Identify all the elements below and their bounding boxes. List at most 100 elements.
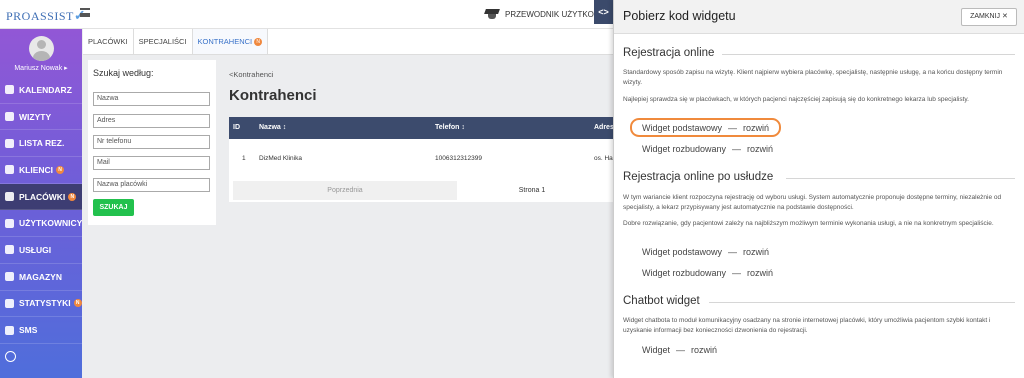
divider	[722, 54, 1015, 55]
previous-page-button[interactable]: Poprzednia	[233, 181, 457, 200]
search-button[interactable]: SZUKAJ	[93, 199, 134, 216]
column-header-id[interactable]: ID	[233, 117, 240, 139]
tab-bar: PLACÓWKI SPECJALIŚCI KONTRAHENCI N	[83, 29, 613, 55]
panel-title: Pobierz kod widgetu	[623, 9, 736, 23]
list-icon	[5, 138, 14, 148]
tab-label: SPECJALIŚCI	[138, 37, 187, 46]
panel-header: Pobierz kod widgetu ZAMKNIJ ✕	[614, 0, 1024, 34]
close-button[interactable]: ZAMKNIJ ✕	[961, 8, 1017, 26]
hamburger-menu-icon[interactable]	[80, 8, 90, 17]
page-indicator: Strona 1	[518, 187, 546, 194]
sidebar-item-lista-rez[interactable]: LISTA REZ.	[0, 130, 82, 158]
dash: —	[732, 268, 742, 278]
sidebar-item-label: KALENDARZ	[19, 84, 72, 95]
sidebar-item-label: STATYSTYKI	[19, 298, 71, 309]
sidebar-item-label: WIZYTY	[19, 111, 52, 122]
sidebar-item-label: UŻYTKOWNICY	[19, 218, 83, 229]
expand-label: rozwiń	[747, 144, 774, 154]
panel-toggle-button[interactable]: <>	[594, 0, 613, 24]
column-header-phone[interactable]: Telefon ↕	[435, 117, 465, 139]
new-badge: N	[73, 299, 82, 308]
code-icon: <>	[598, 7, 609, 17]
sidebar-item-label: KLIENCI	[19, 164, 53, 175]
sidebar-item-magazyn[interactable]: MAGAZYN	[0, 264, 82, 291]
user-name[interactable]: Mariusz Nowak ▸	[0, 64, 82, 72]
section-description: Najlepiej sprawdza się w placówkach, w k…	[623, 96, 969, 103]
avatar[interactable]	[29, 36, 54, 61]
clients-icon	[5, 165, 14, 175]
chatbot-widget-expand-link[interactable]: Widget — rozwiń	[642, 345, 717, 355]
tab-kontrahenci[interactable]: KONTRAHENCI N	[192, 29, 269, 54]
tab-placowki[interactable]: PLACÓWKI	[83, 29, 134, 54]
phone-field[interactable]: Nr telefonu	[93, 135, 210, 149]
sidebar-nav: KALENDARZ WIZYTY LISTA REZ. KLIENCI N PLA…	[0, 77, 82, 370]
section-description: Dobre rozwiązanie, gdy pacjentowi zależy…	[623, 220, 994, 227]
tab-label: KONTRAHENCI	[197, 37, 253, 46]
pagination: Poprzednia Strona 1	[229, 179, 613, 202]
dash: —	[732, 144, 742, 154]
widget-name: Widget	[642, 345, 671, 355]
cell-phone: 1006312312399	[435, 155, 482, 162]
section-description: Widget chatbota to moduł komunikacyjny o…	[623, 317, 991, 334]
sidebar-item-label: USŁUGI	[19, 244, 52, 255]
stats-icon	[5, 298, 14, 308]
dash: —	[728, 247, 738, 257]
visits-icon	[5, 112, 14, 122]
sidebar-item-statystyki[interactable]: STATYSTYKI N	[0, 291, 82, 318]
sidebar-item-label: MAGAZYN	[19, 271, 62, 282]
expand-label: rozwiń	[691, 345, 718, 355]
widget-basic-expand-link[interactable]: Widget podstawowy — rozwiń	[642, 123, 769, 133]
sidebar-item-more[interactable]	[0, 344, 82, 370]
sidebar-item-wizyty[interactable]: WIZYTY	[0, 104, 82, 131]
widget-name: Widget rozbudowany	[642, 144, 727, 154]
new-badge: N	[68, 192, 77, 201]
email-field[interactable]: Mail	[93, 156, 210, 170]
divider	[709, 302, 1015, 303]
section-title-online-registration: Rejestracja online	[623, 47, 715, 59]
sidebar-item-placowki[interactable]: PLACÓWKI N	[0, 183, 82, 211]
logo-text: PROASSIST	[6, 9, 74, 23]
widget-name: Widget podstawowy	[642, 123, 723, 133]
logo[interactable]: PROASSIST✓	[6, 8, 86, 25]
tab-label: PLACÓWKI	[88, 37, 128, 46]
name-field[interactable]: Nazwa	[93, 92, 210, 106]
cell-id: 1	[242, 155, 246, 162]
sidebar-item-uzytkownicy[interactable]: UŻYTKOWNICY	[0, 210, 83, 238]
tab-specjalisci[interactable]: SPECJALIŚCI	[134, 29, 193, 54]
sms-icon	[5, 325, 14, 335]
table-row[interactable]: 1 DizMed Klinika 1006312312399 os. Ha	[229, 139, 613, 179]
table-header: ID Nazwa ↕ Telefon ↕ Adres	[229, 117, 614, 139]
widget-extended-expand-link[interactable]: Widget rozbudowany — rozwiń	[642, 144, 773, 154]
sidebar-item-uslugi[interactable]: USŁUGI	[0, 237, 82, 264]
sidebar-item-sms[interactable]: SMS	[0, 317, 82, 344]
address-field[interactable]: Adres	[93, 114, 210, 128]
cell-name: DizMed Klinika	[259, 155, 302, 162]
section-description: W tym wariancie klient rozpoczyna rejest…	[623, 194, 1002, 211]
widget-name: Widget podstawowy	[642, 247, 723, 257]
sidebar-item-label: LISTA REZ.	[19, 138, 65, 149]
new-badge: N	[254, 38, 263, 47]
expand-label: rozwiń	[743, 247, 770, 257]
branch-name-field[interactable]: Nazwa placówki	[93, 178, 210, 192]
section-description: Standardowy sposób zapisu na wizytę. Kli…	[623, 69, 1003, 86]
warehouse-icon	[5, 272, 14, 282]
graduation-cap-icon	[485, 9, 499, 19]
widget-extended-expand-link[interactable]: Widget rozbudowany — rozwiń	[642, 268, 773, 278]
column-header-name[interactable]: Nazwa ↕	[259, 117, 286, 139]
sidebar-item-label: PLACÓWKI	[19, 191, 66, 202]
section-title-service-registration: Rejestracja online po usłudze	[623, 171, 774, 183]
expand-label: rozwiń	[743, 123, 770, 133]
page-title: Kontrahenci	[229, 87, 317, 104]
breadcrumb[interactable]: <Kontrahenci	[229, 70, 273, 79]
dash: —	[676, 345, 686, 355]
expand-label: rozwiń	[747, 268, 774, 278]
divider	[786, 178, 1015, 179]
sidebar: Mariusz Nowak ▸ KALENDARZ WIZYTY LISTA R…	[0, 29, 82, 378]
column-header-address[interactable]: Adres	[594, 117, 614, 139]
widget-basic-expand-link[interactable]: Widget podstawowy — rozwiń	[642, 247, 769, 257]
sidebar-item-klienci[interactable]: KLIENCI N	[0, 157, 82, 184]
search-panel: Szukaj według: Nazwa Adres Nr telefonu M…	[88, 60, 216, 225]
calendar-icon	[5, 85, 14, 95]
sidebar-item-kalendarz[interactable]: KALENDARZ	[0, 77, 82, 104]
services-icon	[5, 245, 14, 255]
